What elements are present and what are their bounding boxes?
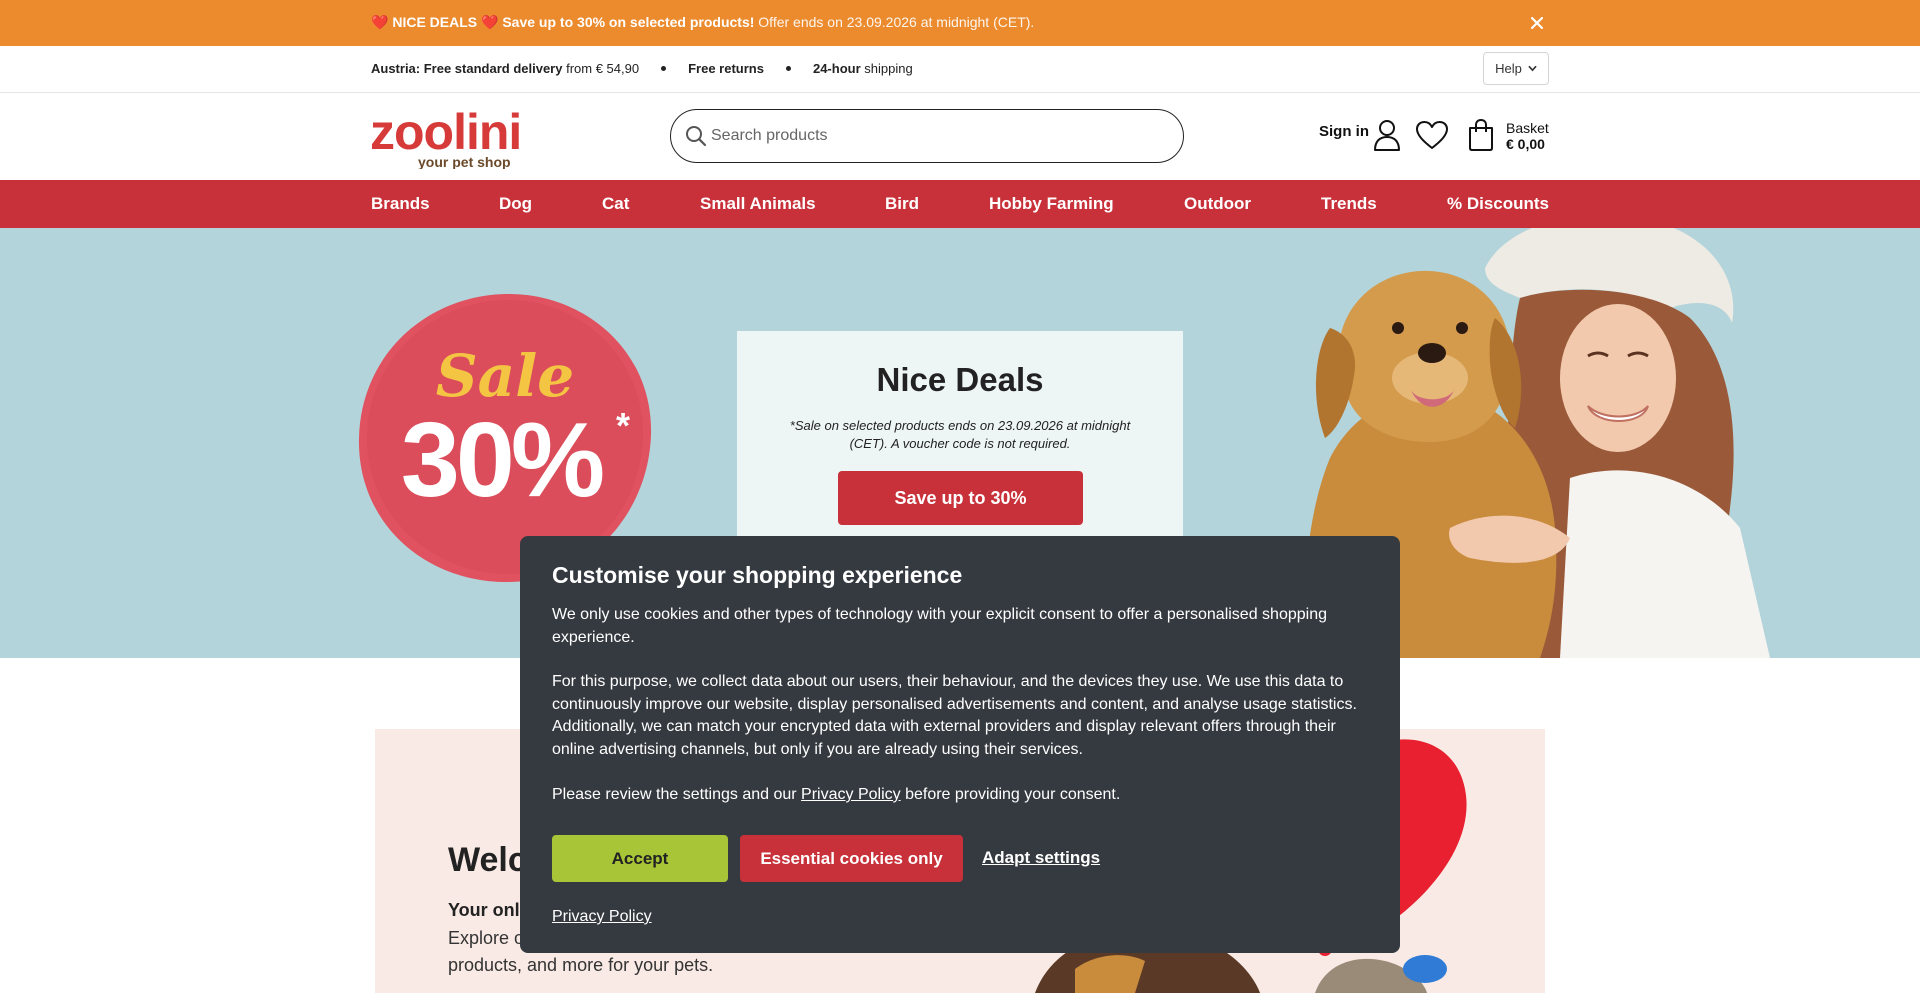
help-dropdown[interactable]: Help <box>1483 52 1549 85</box>
basket-total[interactable]: € 0,00 <box>1506 136 1545 152</box>
deal-title: Nice Deals <box>876 361 1044 398</box>
chevron-down-icon <box>1528 65 1537 72</box>
usp-returns: Free returns <box>688 61 764 76</box>
nav-item-brands[interactable]: Brands <box>371 194 430 214</box>
privacy-policy-link[interactable]: Privacy Policy <box>801 786 901 803</box>
cookie-paragraph: Please review the settings and our Priva… <box>552 784 1372 807</box>
promo-text: ❤️ NICE DEALS ❤️ Save up to 30% on selec… <box>371 14 1034 31</box>
usp-list: Austria: Free standard delivery from € 5… <box>371 61 913 76</box>
usp-shipping: 24-hour shipping <box>812 61 913 76</box>
promo-offer: Save up to 30% on selected products! <box>502 14 755 30</box>
cookie-consent-dialog: Customise your shopping experience We on… <box>520 536 1400 953</box>
deal-note: *Sale on selected products ends on 23.09… <box>789 418 1131 451</box>
promo-ends: Offer ends on 23.09.2026 at midnight (CE… <box>758 14 1035 30</box>
sale-word: Sale <box>436 342 574 410</box>
welcome-title: Welc <box>448 841 527 879</box>
promo-bar: ❤️ NICE DEALS ❤️ Save up to 30% on selec… <box>0 0 1920 46</box>
help-label: Help <box>1495 61 1522 76</box>
nav-item-cat[interactable]: Cat <box>602 194 629 214</box>
adapt-settings-link[interactable]: Adapt settings <box>982 848 1100 868</box>
essential-cookies-button[interactable]: Essential cookies only <box>740 835 963 882</box>
nav-item-hobby-farming[interactable]: Hobby Farming <box>989 194 1114 214</box>
svg-text:your pet shop: your pet shop <box>418 154 511 169</box>
basket-icon[interactable] <box>1467 118 1495 152</box>
nav-item-bird[interactable]: Bird <box>885 194 919 214</box>
user-icon[interactable] <box>1373 119 1401 151</box>
svg-text:zoolini: zoolini <box>370 105 521 160</box>
heart-icon: ❤️ <box>481 14 499 30</box>
nav-item-outdoor[interactable]: Outdoor <box>1184 194 1251 214</box>
privacy-policy-link[interactable]: Privacy Policy <box>552 908 652 926</box>
bullet-icon <box>661 66 667 71</box>
search-bar[interactable] <box>670 109 1184 163</box>
search-icon <box>686 126 707 147</box>
bullet-icon <box>785 66 791 71</box>
zoolini-logo[interactable]: zoolini your pet shop <box>370 105 535 169</box>
heart-icon[interactable] <box>1415 120 1449 150</box>
basket-label[interactable]: Basket <box>1506 120 1549 136</box>
cookie-paragraph: For this purpose, we collect data about … <box>552 673 1357 758</box>
cookie-text: before providing your consent. <box>905 786 1121 803</box>
nav-item-small-animals[interactable]: Small Animals <box>700 194 816 214</box>
close-icon[interactable] <box>1526 12 1548 34</box>
sale-asterisk: * <box>616 405 630 446</box>
usp-bar: Austria: Free standard delivery from € 5… <box>0 46 1920 93</box>
nav-item-dog[interactable]: Dog <box>499 194 532 214</box>
nav-item-discounts[interactable]: % Discounts <box>1447 194 1549 214</box>
sale-percent: 30% <box>401 401 603 519</box>
sign-in-link[interactable]: Sign in <box>1319 123 1369 140</box>
cookie-title: Customise your shopping experience <box>552 562 963 588</box>
site-header: zoolini your pet shop Sign in Basket € 0… <box>0 93 1920 180</box>
nav-item-trends[interactable]: Trends <box>1321 194 1377 214</box>
main-nav: Brands Dog Cat Small Animals Bird Hobby … <box>0 180 1920 228</box>
welcome-subtitle: Your onl <box>448 900 520 920</box>
usp-delivery: Austria: Free standard delivery from € 5… <box>371 61 640 76</box>
promo-title: NICE DEALS <box>392 14 478 30</box>
save-up-button[interactable]: Save up to 30% <box>838 471 1083 525</box>
cookie-text: Please review the settings and our <box>552 786 797 803</box>
search-input[interactable] <box>711 110 1171 161</box>
cookie-paragraph: We only use cookies and other types of t… <box>552 606 1327 646</box>
heart-icon: ❤️ <box>371 14 389 30</box>
accept-button[interactable]: Accept <box>552 835 728 882</box>
welcome-body-line: products, and more for your pets. <box>448 955 714 975</box>
